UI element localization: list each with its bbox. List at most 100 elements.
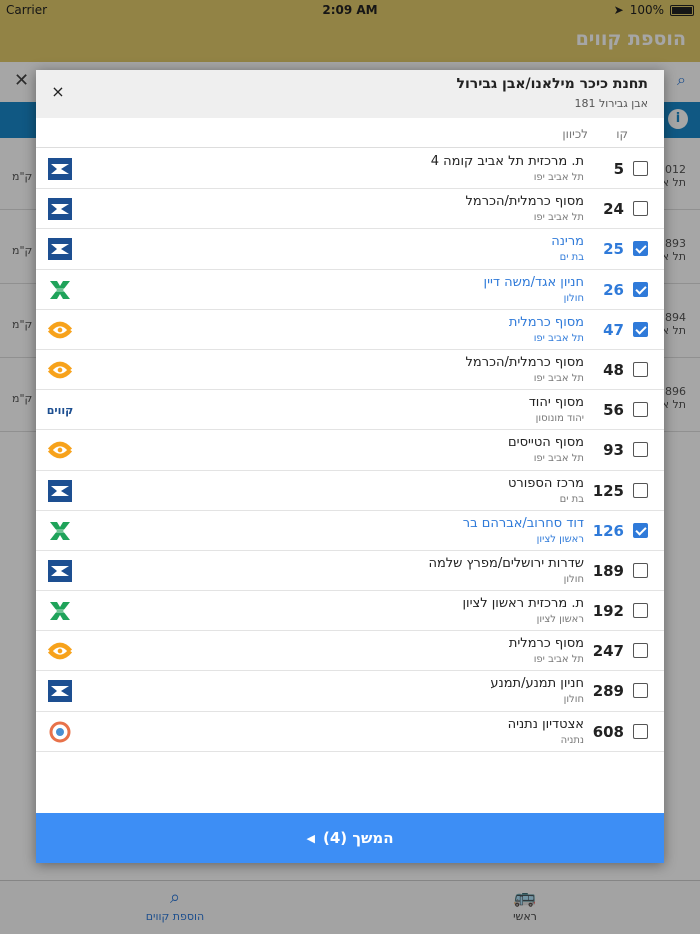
route-city: בת ים (559, 252, 584, 264)
route-city: נתניה (560, 734, 584, 746)
kavim-logo-icon: קווים (46, 396, 74, 424)
route-number: 126 (592, 521, 624, 540)
route-checkbox[interactable] (633, 402, 648, 418)
route-row[interactable]: 189 שדרות ירושלים/מפרץ שלמה חולון (36, 551, 664, 592)
route-destination: אצטדיון נתניה (507, 716, 584, 732)
route-city: ראשון לציון (536, 533, 584, 545)
route-destination: מסוף יהוד (528, 395, 584, 411)
route-destination: מרינה (551, 234, 584, 250)
route-city: חולון (563, 573, 584, 585)
route-city: תל אביב יפו (533, 372, 584, 384)
route-row[interactable]: 25 מרינה בת ים (36, 229, 664, 270)
route-row[interactable]: 125 מרכז הספורט בת ים (36, 471, 664, 511)
route-number: 189 (592, 561, 624, 580)
route-city: בת ים (559, 493, 584, 505)
metropoline-logo-icon (46, 637, 74, 665)
dan-logo-icon (46, 235, 74, 263)
route-city: חולון (563, 292, 584, 304)
route-number: 47 (603, 320, 624, 339)
route-row[interactable]: 47 מסוף כרמלית תל אביב יפו (36, 310, 664, 350)
egged-logo-icon (46, 276, 74, 304)
route-checkbox[interactable] (633, 723, 648, 739)
egged-logo-icon (46, 517, 74, 545)
metropoline-logo-icon (46, 436, 74, 464)
route-destination: מסוף כרמלית/הכרמל (465, 354, 584, 370)
route-checkbox[interactable] (633, 442, 648, 458)
route-destination: ת. מרכזית ראשון לציון (462, 596, 584, 612)
route-number: 247 (592, 642, 624, 661)
egged-logo-icon (46, 597, 74, 625)
route-row[interactable]: 247 מסוף כרמלית תל אביב יפו (36, 631, 664, 672)
route-selection-modal: תחנת כיכר מילאנו/אבן גבירול אבן גבירול 1… (36, 70, 664, 863)
route-city: ראשון לציון (536, 614, 584, 626)
route-checkbox[interactable] (633, 522, 648, 538)
route-row[interactable]: 93 מסוף הטייסים תל אביב יפו (36, 430, 664, 471)
route-checkbox[interactable] (633, 361, 648, 377)
route-number: 93 (603, 441, 624, 460)
nateev-logo-icon (46, 718, 74, 746)
continue-button[interactable]: המשך (4) ◀ (36, 813, 664, 863)
route-row[interactable]: 56 מסוף יהוד יהוד מונוסון קווים (36, 390, 664, 431)
route-destination: דוד סחרוב/אברהם בר (462, 515, 584, 531)
route-number: 25 (603, 240, 624, 259)
route-row[interactable]: 5 ת. מרכזית תל אביב קומה 4 תל אביב יפו (36, 149, 664, 190)
dan-logo-icon (46, 195, 74, 223)
route-number: 289 (592, 682, 624, 701)
route-number: 608 (592, 722, 624, 741)
route-checkbox[interactable] (633, 683, 648, 699)
route-checkbox[interactable] (633, 241, 648, 257)
route-city: תל אביב יפו (533, 332, 584, 344)
route-row[interactable]: 48 מסוף כרמלית/הכרמל תל אביב יפו (36, 350, 664, 391)
dan-logo-icon (46, 477, 74, 505)
route-checkbox[interactable] (633, 603, 648, 619)
route-city: תל אביב יפו (533, 654, 584, 666)
route-checkbox[interactable] (633, 321, 648, 337)
route-destination: מסוף כרמלית (508, 636, 584, 652)
kavim-logo-text: קווים (46, 403, 74, 417)
route-checkbox[interactable] (633, 643, 648, 659)
route-destination: ת. מרכזית תל אביב קומה 4 (430, 154, 584, 169)
route-city: חולון (563, 694, 584, 706)
route-city: תל אביב יפו (533, 172, 584, 183)
route-destination: מסוף כרמלית (508, 314, 584, 330)
route-destination: חניון אגד/משה דיין (483, 274, 584, 290)
metropoline-logo-icon (46, 356, 74, 384)
route-destination: שדרות ירושלים/מפרץ שלמה (428, 555, 584, 571)
route-destination: מרכז הספורט (507, 475, 584, 491)
continue-label: המשך (4) (322, 829, 394, 847)
route-checkbox[interactable] (633, 161, 648, 176)
route-number: 125 (592, 481, 624, 500)
route-number: 24 (603, 200, 624, 219)
route-row[interactable]: 26 חניון אגד/משה דיין חולון (36, 270, 664, 310)
route-number: 192 (592, 602, 624, 621)
route-row[interactable]: 24 מסוף כרמלית/הכרמל תל אביב יפו (36, 189, 664, 230)
route-row[interactable]: 126 דוד סחרוב/אברהם בר ראשון לציון (36, 511, 664, 551)
route-row[interactable]: 192 ת. מרכזית ראשון לציון ראשון לציון (36, 591, 664, 632)
route-number: 5 (613, 160, 624, 178)
route-checkbox[interactable] (633, 482, 648, 498)
station-title: תחנת כיכר מילאנו/אבן גבירול (456, 76, 648, 92)
header-direction: לכיוון (562, 127, 588, 141)
dan-logo-icon (46, 155, 74, 183)
route-number: 26 (603, 280, 624, 299)
route-number: 56 (603, 401, 624, 420)
column-headers: קו לכיוון (36, 118, 664, 148)
route-city: יהוד מונוסון (535, 413, 584, 425)
route-destination: חניון תמנע/תמנע (490, 676, 584, 692)
route-checkbox[interactable] (633, 562, 648, 578)
modal-header: תחנת כיכר מילאנו/אבן גבירול אבן גבירול 1… (36, 70, 664, 118)
route-row[interactable]: 608 אצטדיון נתניה נתניה (36, 712, 664, 752)
dan-logo-icon (46, 557, 74, 585)
route-checkbox[interactable] (633, 281, 648, 297)
chevron-left-icon: ◀ (306, 831, 315, 845)
header-line: קו (616, 127, 628, 141)
route-checkbox[interactable] (633, 201, 648, 217)
route-destination: מסוף הטייסים (508, 435, 584, 451)
dan-logo-icon (46, 677, 74, 705)
route-destination: מסוף כרמלית/הכרמל (465, 194, 584, 210)
station-address: אבן גבירול 181 (574, 97, 648, 110)
route-city: תל אביב יפו (533, 212, 584, 224)
route-row[interactable]: 289 חניון תמנע/תמנע חולון (36, 671, 664, 712)
close-icon[interactable]: × (48, 82, 68, 102)
route-city: תל אביב יפו (533, 453, 584, 465)
